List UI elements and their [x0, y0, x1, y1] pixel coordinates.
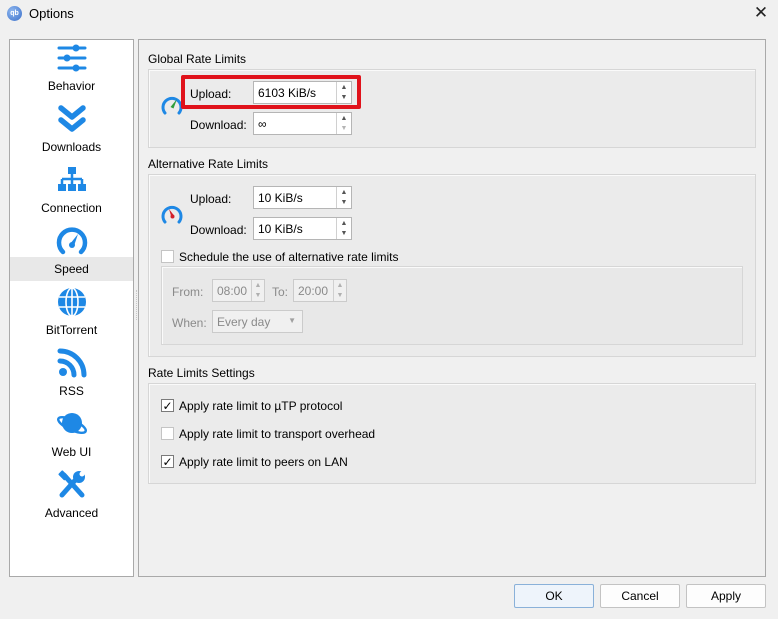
alt-download-label: Download: [190, 223, 247, 237]
speedometer-icon [56, 227, 87, 255]
spin-down-icon[interactable]: ▼ [337, 124, 351, 135]
schedule-checkbox[interactable] [161, 250, 174, 263]
sidebar-item-downloads[interactable]: Downloads [10, 101, 133, 162]
options-sidebar: Behavior Downloads Connection Speed BitT… [9, 39, 134, 577]
global-upload-input[interactable]: 6103 KiB/s ▲ ▼ [253, 81, 352, 104]
sidebar-item-rss[interactable]: RSS [10, 345, 133, 406]
spin-up-icon[interactable]: ▲ [337, 187, 351, 198]
to-time-value: 20:00 [298, 284, 329, 298]
spin-up-icon[interactable]: ▲ [337, 218, 351, 229]
cancel-button[interactable]: Cancel [600, 584, 680, 608]
global-download-input[interactable]: ∞ ▲ ▼ [253, 112, 352, 135]
alt-upload-label: Upload: [190, 192, 232, 206]
sidebar-item-advanced[interactable]: Advanced [10, 467, 133, 528]
sidebar-item-label: Behavior [47, 79, 96, 93]
utp-label[interactable]: Apply rate limit to µTP protocol [179, 399, 342, 413]
close-icon: ✕ [753, 3, 769, 22]
when-value: Every day [217, 315, 271, 329]
alternative-rate-limits-title: Alternative Rate Limits [148, 157, 269, 171]
transport-overhead-label[interactable]: Apply rate limit to transport overhead [179, 427, 375, 441]
global-upload-label: Upload: [190, 87, 232, 101]
checkmark-icon: ✓ [162, 454, 173, 469]
rate-limits-settings-title: Rate Limits Settings [148, 366, 255, 380]
speedometer-green-icon [161, 96, 183, 115]
checkmark-icon: ✓ [162, 398, 173, 413]
from-time-value: 08:00 [217, 284, 248, 298]
spin-down-icon[interactable]: ▼ [337, 93, 351, 104]
title-bar: qb Options ✕ [0, 0, 778, 30]
speedometer-red-icon [161, 205, 183, 224]
globe-icon [57, 287, 86, 317]
schedule-group [161, 266, 743, 345]
sidebar-item-behavior[interactable]: Behavior [10, 40, 133, 101]
sidebar-item-label: Web UI [51, 445, 92, 459]
alt-download-value: 10 KiB/s [258, 222, 303, 236]
sidebar-item-label: BitTorrent [45, 323, 98, 337]
lan-peers-checkbox[interactable]: ✓ [161, 455, 174, 468]
alt-download-input[interactable]: 10 KiB/s ▲ ▼ [253, 217, 352, 240]
when-label: When: [172, 316, 207, 330]
global-rate-limits-group [148, 69, 756, 148]
spin-down-icon[interactable]: ▼ [252, 291, 264, 302]
global-download-label: Download: [190, 118, 247, 132]
alt-upload-input[interactable]: 10 KiB/s ▲ ▼ [253, 186, 352, 209]
utp-checkbox[interactable]: ✓ [161, 399, 174, 412]
spin-down-icon[interactable]: ▼ [334, 291, 346, 302]
sliders-icon [57, 44, 86, 72]
window-title: Options [29, 6, 74, 21]
global-rate-limits-title: Global Rate Limits [148, 52, 247, 66]
rss-icon [57, 348, 86, 378]
spin-down-icon[interactable]: ▼ [337, 229, 351, 240]
sidebar-item-label: Downloads [41, 140, 102, 154]
sidebar-item-label: Speed [54, 262, 89, 276]
double-chevron-down-icon [57, 105, 86, 132]
spin-down-icon[interactable]: ▼ [337, 198, 351, 209]
apply-button[interactable]: Apply [686, 584, 766, 608]
close-button[interactable]: ✕ [748, 2, 774, 24]
sidebar-item-label: RSS [59, 384, 84, 398]
lan-peers-label[interactable]: Apply rate limit to peers on LAN [179, 455, 348, 469]
from-label: From: [172, 285, 204, 299]
from-time-input[interactable]: 08:00 ▲ ▼ [212, 279, 265, 302]
sidebar-item-label: Connection [41, 201, 102, 215]
sidebar-item-bittorrent[interactable]: BitTorrent [10, 284, 133, 345]
ok-button[interactable]: OK [514, 584, 594, 608]
spin-up-icon[interactable]: ▲ [334, 280, 346, 291]
transport-overhead-checkbox[interactable] [161, 427, 174, 440]
schedule-label[interactable]: Schedule the use of alternative rate lim… [179, 250, 398, 264]
tools-icon [57, 470, 85, 498]
global-upload-value: 6103 KiB/s [258, 86, 317, 100]
chevron-down-icon: ▼ [288, 316, 296, 325]
spin-up-icon[interactable]: ▲ [252, 280, 264, 291]
sidebar-item-web-ui[interactable]: Web UI [10, 406, 133, 467]
network-icon [57, 167, 86, 191]
sidebar-item-label: Advanced [44, 506, 99, 520]
to-label: To: [272, 285, 289, 299]
planet-icon [56, 413, 87, 435]
app-logo-icon: qb [7, 6, 22, 21]
alt-upload-value: 10 KiB/s [258, 191, 303, 205]
spin-up-icon[interactable]: ▲ [337, 113, 351, 124]
to-time-input[interactable]: 20:00 ▲ ▼ [293, 279, 347, 302]
global-download-value: ∞ [258, 117, 267, 131]
sidebar-item-connection[interactable]: Connection [10, 162, 133, 223]
spin-up-icon[interactable]: ▲ [337, 82, 351, 93]
when-dropdown[interactable]: Every day ▼ [212, 310, 303, 333]
sidebar-item-speed[interactable]: Speed [10, 223, 133, 284]
